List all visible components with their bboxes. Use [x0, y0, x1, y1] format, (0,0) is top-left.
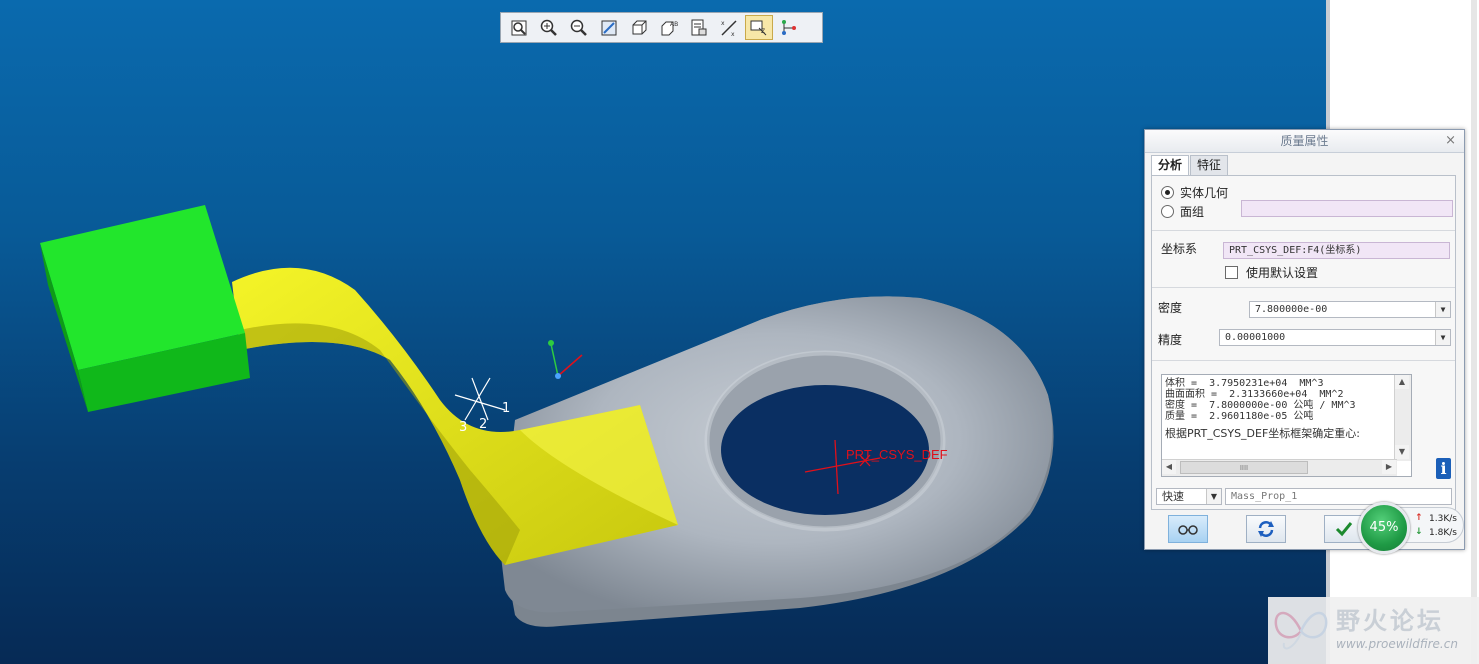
- download-arrow-icon: ↓: [1415, 527, 1423, 537]
- divider: [1152, 360, 1455, 361]
- quilt-radio[interactable]: [1161, 205, 1174, 218]
- coordinate-system-field[interactable]: PRT_CSYS_DEF:F4(坐标系): [1223, 242, 1450, 259]
- scroll-down-icon[interactable]: ▼: [1395, 445, 1409, 459]
- dialog-tabs: 分析 特征: [1151, 155, 1229, 176]
- density-value: 7.800000e-00: [1255, 304, 1328, 315]
- results-horizontal-scrollbar[interactable]: ◀ IIII ▶: [1162, 459, 1397, 476]
- result-volume: 体积 = 3.7950231e+04 MM^3: [1165, 378, 1324, 389]
- view-toolbar: AB xx Z: [500, 12, 823, 43]
- csys-label: PRT_CSYS_DEF: [846, 447, 948, 462]
- coordinate-label: 坐标系: [1161, 242, 1198, 256]
- close-icon[interactable]: ×: [1445, 130, 1456, 152]
- result-centroid-note: 根据PRT_CSYS_DEF坐标框架确定重心:: [1165, 427, 1361, 440]
- solid-geometry-label: 实体几何: [1180, 186, 1229, 200]
- net-usage-circle: 45%: [1358, 502, 1410, 554]
- display-style-icon: [632, 20, 647, 34]
- orient-mode-button[interactable]: [775, 15, 803, 40]
- results-vertical-scrollbar[interactable]: ▲ ▼: [1394, 375, 1411, 461]
- svg-text:Z: Z: [761, 28, 765, 35]
- green-block: [40, 205, 250, 412]
- result-mass: 质量 = 2.9601180e-05 公吨: [1165, 411, 1314, 422]
- repaint-icon: [601, 20, 617, 35]
- saved-views-button[interactable]: AB: [655, 15, 683, 40]
- preview-button[interactable]: [1168, 515, 1208, 543]
- datum-display-button[interactable]: xx: [715, 15, 743, 40]
- svg-text:x: x: [721, 20, 725, 27]
- precision-label: 精度: [1158, 333, 1183, 347]
- repeat-button[interactable]: [1246, 515, 1286, 543]
- result-density: 密度 = 7.8000000e-00 公吨 / MM^3: [1165, 400, 1356, 411]
- triad-label-3: 3: [459, 420, 467, 435]
- results-textbox[interactable]: 体积 = 3.7950231e+04 MM^3 曲面面积 = 2.3133660…: [1161, 374, 1412, 477]
- svg-text:AB: AB: [670, 21, 678, 28]
- density-dropdown[interactable]: 7.800000e-00 ▼: [1249, 301, 1451, 318]
- scroll-right-icon[interactable]: ▶: [1382, 460, 1396, 474]
- scroll-left-icon[interactable]: ◀: [1162, 460, 1176, 474]
- mass-properties-dialog: 质量属性 × 分析 特征 实体几何 面组 坐标系 PRT_CSYS_DEF:F4…: [1144, 129, 1465, 550]
- triad-label-1: 1: [502, 401, 510, 416]
- result-surface-area: 曲面面积 = 2.3133660e+04 MM^2: [1165, 389, 1344, 400]
- refit-button[interactable]: [505, 15, 533, 40]
- spin-center-triad: [454, 377, 506, 421]
- refit-icon: [511, 20, 527, 35]
- zoom-out-icon: [570, 19, 587, 36]
- model-scene: 1 2 3 PRT_CSYS_DEF: [40, 205, 1054, 627]
- layers-button[interactable]: [685, 15, 713, 40]
- butterfly-logo-icon: [1274, 611, 1328, 650]
- zoom-out-button[interactable]: [565, 15, 593, 40]
- checkmark-icon: [1335, 522, 1353, 537]
- 3d-viewport[interactable]: 1 2 3 PRT_CSYS_DEF: [0, 0, 1326, 664]
- scroll-thumb[interactable]: IIII: [1180, 461, 1308, 474]
- quilt-option[interactable]: 面组: [1161, 203, 1204, 220]
- chevron-down-icon[interactable]: ▼: [1435, 302, 1450, 317]
- quilt-selector[interactable]: [1241, 200, 1453, 217]
- watermark-title: 野火论坛: [1336, 607, 1444, 635]
- solid-geometry-radio[interactable]: [1161, 186, 1174, 199]
- spin-center-button[interactable]: Z: [745, 15, 773, 40]
- upload-rate: 1.3K/s: [1429, 514, 1457, 524]
- triad-label-2: 2: [479, 417, 487, 432]
- use-default-option[interactable]: 使用默认设置: [1225, 264, 1318, 281]
- precision-value: 0.00001000: [1225, 332, 1286, 343]
- solid-geometry-option[interactable]: 实体几何: [1161, 184, 1228, 201]
- info-icon[interactable]: i: [1436, 458, 1451, 479]
- repeat-icon: [1258, 521, 1274, 537]
- divider: [1152, 287, 1455, 288]
- right-scrollbar[interactable]: [1471, 0, 1477, 664]
- scroll-up-icon[interactable]: ▲: [1395, 375, 1409, 389]
- dialog-title: 质量属性: [1280, 134, 1329, 148]
- watermark-url: www.proewildfire.cn: [1336, 637, 1458, 651]
- upload-arrow-icon: ↑: [1415, 513, 1423, 523]
- dialog-titlebar[interactable]: 质量属性 ×: [1145, 130, 1464, 153]
- precision-dropdown[interactable]: 0.00001000 ▼: [1219, 329, 1451, 346]
- csys-triad-small: [548, 340, 583, 379]
- forum-watermark: 野火论坛 www.proewildfire.cn: [1268, 597, 1479, 664]
- glasses-icon: [1178, 525, 1198, 535]
- network-speed-widget[interactable]: 45% ↑ 1.3K/s ↓ 1.8K/s: [1355, 499, 1466, 554]
- zoom-in-button[interactable]: [535, 15, 563, 40]
- mode-value: 快速: [1162, 490, 1184, 503]
- orient-mode-icon: [782, 19, 796, 35]
- datum-display-icon: xx: [721, 20, 737, 38]
- spin-center-icon: Z: [750, 20, 767, 35]
- layers-icon: [691, 19, 707, 35]
- density-label: 密度: [1158, 301, 1183, 315]
- svg-text:x: x: [731, 31, 735, 38]
- repaint-button[interactable]: [595, 15, 623, 40]
- analysis-panel: 实体几何 面组 坐标系 PRT_CSYS_DEF:F4(坐标系) 使用默认设置 …: [1151, 175, 1456, 510]
- strip-feature: [232, 267, 678, 565]
- chevron-down-icon[interactable]: ▼: [1435, 330, 1450, 345]
- chevron-down-icon[interactable]: ▼: [1206, 489, 1221, 504]
- quilt-label: 面组: [1180, 205, 1205, 219]
- use-default-checkbox[interactable]: [1225, 266, 1238, 279]
- zoom-in-icon: [540, 19, 557, 36]
- saved-views-icon: AB: [661, 21, 678, 35]
- display-style-button[interactable]: [625, 15, 653, 40]
- mode-dropdown[interactable]: 快速 ▼: [1156, 488, 1222, 505]
- download-rate: 1.8K/s: [1429, 528, 1457, 538]
- divider: [1152, 230, 1455, 231]
- tab-feature[interactable]: 特征: [1190, 155, 1229, 175]
- use-default-label: 使用默认设置: [1246, 266, 1319, 280]
- tab-analysis[interactable]: 分析: [1151, 155, 1190, 176]
